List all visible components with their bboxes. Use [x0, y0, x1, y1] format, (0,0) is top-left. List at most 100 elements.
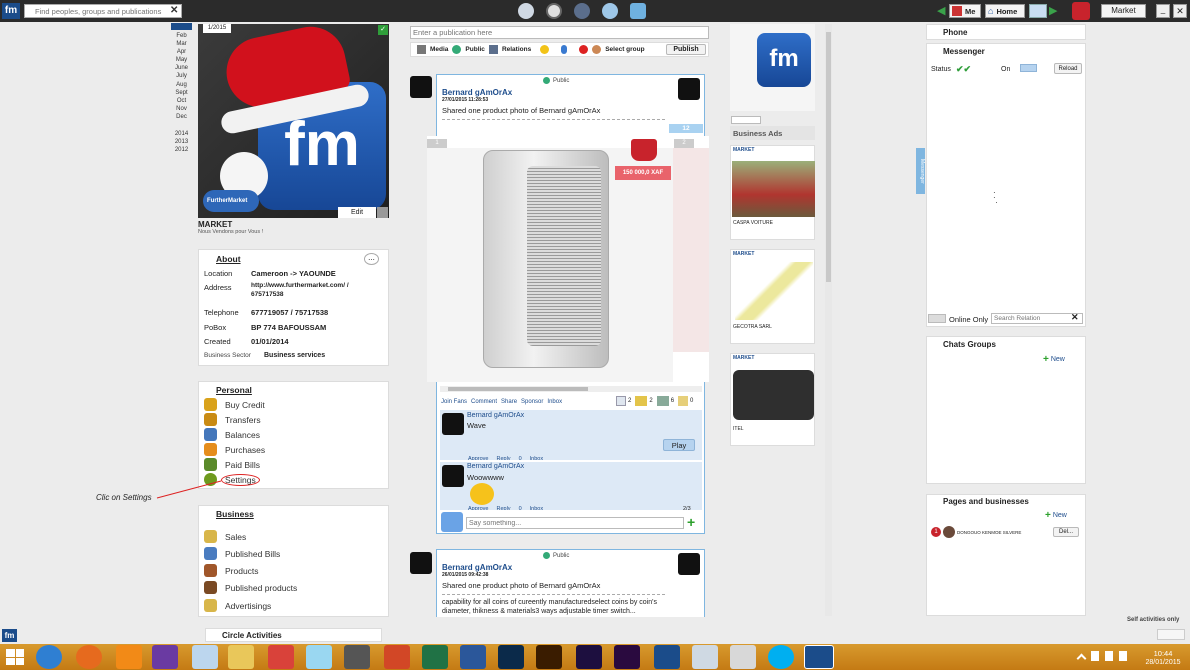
word-icon[interactable]	[460, 645, 486, 669]
post2-author-name[interactable]: Bernard gAmOrAx	[442, 563, 512, 572]
comment1-avatar[interactable]	[442, 413, 464, 435]
comment1-reply-link[interactable]: Reply	[497, 456, 511, 460]
month-apr[interactable]: Apr	[171, 48, 192, 56]
about-address-value[interactable]: http://www.furthermarket.com/ / 67571753…	[251, 281, 381, 299]
close-icon[interactable]: ✕	[1173, 4, 1187, 18]
published-bills-link[interactable]: Published Bills	[204, 545, 384, 562]
post1-author-avatar[interactable]	[410, 76, 432, 98]
post1-author-name[interactable]: Bernard gAmOrAx	[442, 88, 512, 97]
block-icon[interactable]	[579, 45, 589, 54]
camera-app-icon[interactable]	[344, 645, 370, 669]
self-activities-toggle[interactable]	[1157, 629, 1185, 640]
month-june[interactable]: June	[171, 64, 192, 72]
bottom-fm-logo[interactable]: fm	[2, 629, 17, 642]
advertisings-link[interactable]: Advertisings	[204, 596, 384, 615]
clear-relation-search-icon[interactable]: ✕	[1071, 312, 1079, 323]
scanner-icon[interactable]	[730, 645, 756, 669]
start-button[interactable]	[6, 649, 24, 665]
month-feb[interactable]: Feb	[171, 32, 192, 40]
relations-icon[interactable]	[574, 3, 590, 19]
like-icon[interactable]	[616, 396, 626, 406]
products-link[interactable]: Products	[204, 562, 384, 579]
page-delete-button[interactable]: Del...	[1053, 527, 1079, 537]
notes-icon[interactable]	[678, 396, 689, 406]
profile-nav-icon[interactable]	[518, 3, 534, 19]
month-mar[interactable]: Mar	[171, 40, 192, 48]
photo-slider[interactable]: 1 2 150 000,0 XAF	[427, 136, 709, 382]
shares-icon[interactable]	[656, 396, 669, 406]
reload-button[interactable]: Reload	[1054, 63, 1082, 74]
paid-bills-link[interactable]: Paid Bills	[204, 457, 384, 472]
new-page-button[interactable]: + New	[1045, 510, 1067, 521]
search-input[interactable]	[24, 4, 182, 18]
tray-arrow-icon[interactable]	[1076, 653, 1087, 664]
illustrator-icon[interactable]	[536, 645, 562, 669]
status-toggle[interactable]	[1020, 64, 1037, 72]
month-aug[interactable]: Aug	[171, 81, 192, 89]
after-effects-icon[interactable]	[576, 645, 602, 669]
feed-scrollbar-thumb[interactable]	[826, 32, 831, 282]
comment1-inbox-link[interactable]: Inbox	[530, 456, 543, 460]
sticky-icon[interactable]	[306, 645, 332, 669]
inbox-link[interactable]: Inbox	[547, 399, 562, 405]
year-2014[interactable]: 2014	[171, 130, 192, 138]
fm-task-icon[interactable]	[654, 645, 680, 669]
published-products-link[interactable]: Published products	[204, 579, 384, 596]
market-menu[interactable]: Market	[1101, 4, 1146, 18]
year-2012[interactable]: 2012	[171, 146, 192, 154]
tray-flag-icon[interactable]	[1091, 651, 1099, 661]
skype-icon[interactable]	[768, 645, 794, 669]
photo-scrollbar-thumb[interactable]	[448, 387, 588, 391]
circle-activities-panel[interactable]: Circle Activities	[205, 628, 382, 642]
powerpoint-icon[interactable]	[384, 645, 410, 669]
photo-scrollbar[interactable]	[440, 386, 702, 392]
comment1-approve-link[interactable]: Approve	[468, 456, 489, 460]
share-link[interactable]: Share	[501, 399, 517, 405]
plane-app-icon[interactable]	[692, 645, 718, 669]
buy-credit-link[interactable]: Buy Credit	[204, 397, 384, 412]
join-fans-link[interactable]: Join Fans	[441, 399, 467, 405]
comment2-reply-link[interactable]: Reply	[497, 506, 511, 510]
tray-volume-icon[interactable]	[1119, 651, 1127, 661]
search-relation-input[interactable]	[991, 313, 1083, 324]
notepad-icon[interactable]	[192, 645, 218, 669]
app-logo[interactable]: fm	[2, 3, 20, 19]
publish-button[interactable]: Publish	[666, 44, 706, 55]
microphone-icon[interactable]	[561, 45, 568, 54]
comment1-play-button[interactable]: Play	[663, 439, 695, 451]
file-explorer-icon[interactable]	[228, 645, 254, 669]
paint-icon[interactable]	[268, 645, 294, 669]
basket-nav-icon[interactable]	[630, 3, 646, 19]
photoshop-icon[interactable]	[498, 645, 524, 669]
month-may[interactable]: May	[171, 56, 192, 64]
about-more-button[interactable]: ...	[364, 253, 379, 265]
sync-icon[interactable]	[1029, 4, 1047, 18]
clock-date[interactable]: 28/01/2015	[1143, 659, 1183, 666]
forward-arrow-icon[interactable]: ▶	[1049, 4, 1057, 17]
globe-icon[interactable]	[546, 3, 562, 19]
chat-icon[interactable]	[602, 3, 618, 19]
me-button[interactable]: Me	[949, 4, 981, 18]
purchases-link[interactable]: Purchases	[204, 442, 384, 457]
comment2-author[interactable]: Bernard gAmOrAx	[467, 463, 524, 470]
slider-next-tab[interactable]: 2	[674, 139, 694, 148]
publication-input[interactable]	[410, 26, 709, 39]
balances-link[interactable]: Balances	[204, 427, 384, 442]
feed-scrollbar[interactable]	[825, 24, 832, 616]
minimize-icon[interactable]: _	[1156, 4, 1170, 18]
ie-icon[interactable]	[36, 645, 62, 669]
media-button[interactable]: Media	[430, 46, 448, 53]
add-comment-icon[interactable]: +	[687, 515, 695, 529]
year-2013[interactable]: 2013	[171, 138, 192, 146]
settings-link[interactable]: Settings	[204, 472, 384, 487]
tray-network-icon[interactable]	[1105, 651, 1113, 661]
slider-prev-tab[interactable]: 1	[427, 139, 447, 148]
firefox-icon[interactable]	[76, 645, 102, 669]
comment-link[interactable]: Comment	[471, 399, 497, 405]
clear-search-icon[interactable]: ✕	[170, 5, 180, 17]
sales-link[interactable]: Sales	[204, 528, 384, 545]
premiere-icon[interactable]	[614, 645, 640, 669]
public-button[interactable]: Public	[465, 46, 485, 53]
profile-photo[interactable]: fm FurtherMarket	[198, 24, 389, 218]
product-basket-icon[interactable]	[631, 139, 657, 161]
